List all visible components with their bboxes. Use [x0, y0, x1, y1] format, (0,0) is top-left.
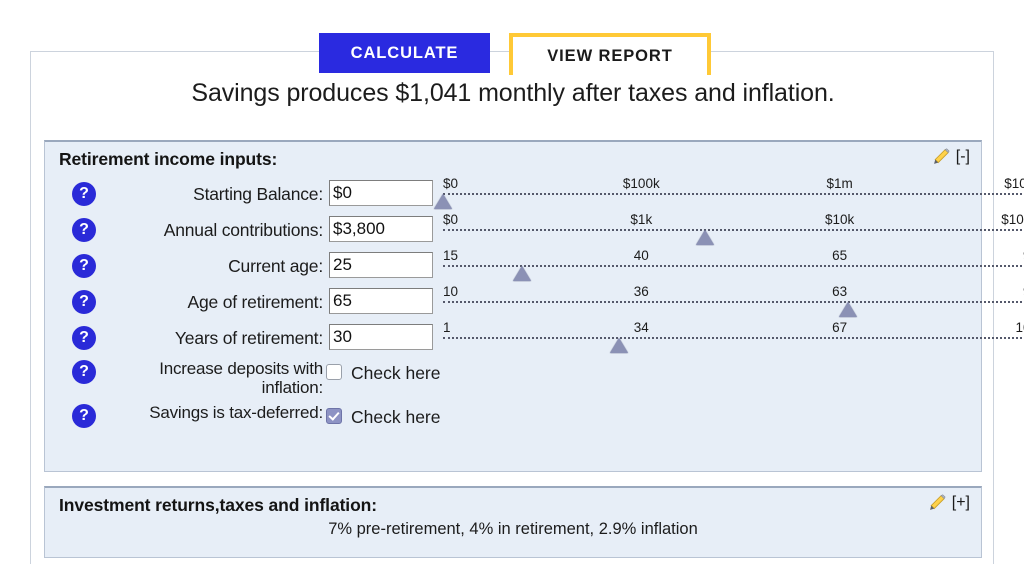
slider-tick: $0: [443, 176, 459, 191]
help-icon[interactable]: ?: [72, 326, 96, 350]
inputs-panel-collapse-toggle[interactable]: [-]: [956, 148, 970, 166]
returns-panel-title: Investment returns,taxes and inflation:: [59, 494, 377, 515]
inputs-panel-title: Retirement income inputs:: [59, 148, 278, 169]
slider-ticks: 15 40 65 90: [443, 249, 1024, 265]
row-label: Current age:: [228, 255, 323, 276]
help-icon[interactable]: ?: [72, 182, 96, 206]
row-tax-deferred: ? Savings is tax-deferred: Check here: [45, 400, 981, 444]
slider-tick: 100: [1015, 320, 1024, 335]
inputs-panel-header: Retirement income inputs: [-]: [45, 142, 981, 176]
years-of-retirement-slider[interactable]: 1 34 67 100: [443, 320, 1024, 356]
annual-contributions-input[interactable]: [329, 216, 433, 242]
row-years-of-retirement: ? Years of retirement: 1 34 67 100: [45, 320, 1024, 356]
help-icon[interactable]: ?: [72, 290, 96, 314]
row-increase-deposits: ? Increase deposits with inflation: Chec…: [45, 356, 981, 400]
tab-view-report-label: VIEW REPORT: [547, 46, 673, 65]
slider-ticks: $0 $1k $10k $100k: [443, 213, 1024, 229]
slider-tick: 63: [832, 284, 848, 299]
tab-view-report[interactable]: VIEW REPORT: [509, 33, 711, 75]
slider-tick: 40: [633, 248, 649, 263]
inputs-panel-tools: [-]: [932, 148, 970, 166]
slider-track: [443, 301, 1024, 303]
slider-thumb[interactable]: [434, 194, 452, 209]
years-of-retirement-input[interactable]: [329, 324, 433, 350]
checkbox-label: Check here: [351, 363, 441, 383]
increase-deposits-checkbox[interactable]: [326, 364, 342, 380]
increase-deposits-checkbox-group: Check here: [326, 363, 441, 383]
slider-tick: 1: [443, 320, 451, 335]
row-age-of-retirement: ? Age of retirement: 10 36 63 90: [45, 284, 1024, 320]
pencil-icon[interactable]: [932, 148, 950, 166]
help-icon[interactable]: ?: [72, 360, 96, 384]
slider-ticks: $0 $100k $1m $10m: [443, 177, 1024, 193]
tax-deferred-checkbox[interactable]: [326, 408, 342, 424]
slider-ticks: 10 36 63 90: [443, 285, 1024, 301]
help-icon[interactable]: ?: [72, 218, 96, 242]
slider-track: [443, 337, 1024, 339]
slider-ticks: 1 34 67 100: [443, 321, 1024, 337]
tax-deferred-checkbox-group: Check here: [326, 407, 441, 427]
row-annual-contributions: ? Annual contributions: $0 $1k $10k $100…: [45, 212, 1024, 248]
slider-thumb[interactable]: [513, 266, 532, 281]
help-icon[interactable]: ?: [72, 254, 96, 278]
pencil-icon[interactable]: [928, 494, 946, 512]
row-current-age: ? Current age: 15 40 65 90: [45, 248, 1024, 284]
slider-thumb[interactable]: [695, 230, 714, 245]
current-age-input[interactable]: [329, 252, 433, 278]
slider-tick: $10k: [824, 212, 855, 227]
row-label: Starting Balance:: [193, 183, 323, 204]
retirement-income-inputs-panel: Retirement income inputs: [-] ? Starting…: [44, 140, 1024, 472]
slider-thumb[interactable]: [838, 302, 857, 317]
slider-track: [443, 229, 1024, 231]
current-age-slider[interactable]: 15 40 65 90: [443, 248, 1024, 284]
age-of-retirement-slider[interactable]: 10 36 63 90: [443, 284, 1024, 320]
row-label: Annual contributions:: [163, 219, 323, 240]
returns-panel-header: Investment returns,taxes and inflation: …: [45, 488, 981, 522]
returns-summary: 7% pre-retirement, 4% in retirement, 2.9…: [328, 520, 698, 538]
slider-tick: $0: [443, 212, 459, 227]
age-of-retirement-input[interactable]: [329, 288, 433, 314]
slider-tick: 67: [832, 320, 848, 335]
starting-balance-slider[interactable]: $0 $100k $1m $10m: [434, 176, 1024, 212]
annual-contributions-slider[interactable]: $0 $1k $10k $100k: [443, 212, 1024, 248]
slider-tick: 34: [633, 320, 649, 335]
slider-tick: $10m: [1004, 176, 1024, 191]
slider-thumb[interactable]: [609, 338, 628, 353]
slider-tick: $100k: [1001, 212, 1024, 227]
row-label: Years of retirement:: [174, 327, 323, 348]
row-label: Savings is tax-deferred:: [149, 403, 323, 422]
retirement-calculator: CALCULATE VIEW REPORT Savings produces $…: [0, 0, 1024, 564]
investment-returns-panel: Investment returns,taxes and inflation: …: [44, 486, 982, 558]
checkbox-label: Check here: [351, 407, 441, 427]
row-label: Increase deposits with inflation:: [159, 359, 323, 397]
slider-track: [443, 193, 1024, 195]
row-label: Age of retirement:: [187, 291, 324, 312]
slider-tick: $1k: [630, 212, 653, 227]
returns-panel-expand-toggle[interactable]: [+]: [952, 494, 970, 512]
tab-calculate[interactable]: CALCULATE: [319, 33, 490, 73]
slider-tick: $1m: [826, 176, 853, 191]
slider-tick: 65: [832, 248, 848, 263]
slider-tick: 15: [443, 248, 459, 263]
slider-tick: $100k: [622, 176, 660, 191]
headline-result: Savings produces $1,041 monthly after ta…: [191, 79, 835, 107]
starting-balance-input[interactable]: [329, 180, 433, 206]
slider-tick: 10: [443, 284, 459, 299]
inputs-rows: ? Starting Balance: $0 $100k $1m $10m: [45, 176, 1024, 444]
slider-tick: 36: [633, 284, 649, 299]
row-starting-balance: ? Starting Balance: $0 $100k $1m $10m: [45, 176, 1024, 212]
returns-panel-tools: [+]: [928, 494, 970, 512]
tab-calculate-label: CALCULATE: [350, 43, 459, 62]
calculator-card: Savings produces $1,041 monthly after ta…: [30, 51, 1024, 564]
help-icon[interactable]: ?: [72, 404, 96, 428]
